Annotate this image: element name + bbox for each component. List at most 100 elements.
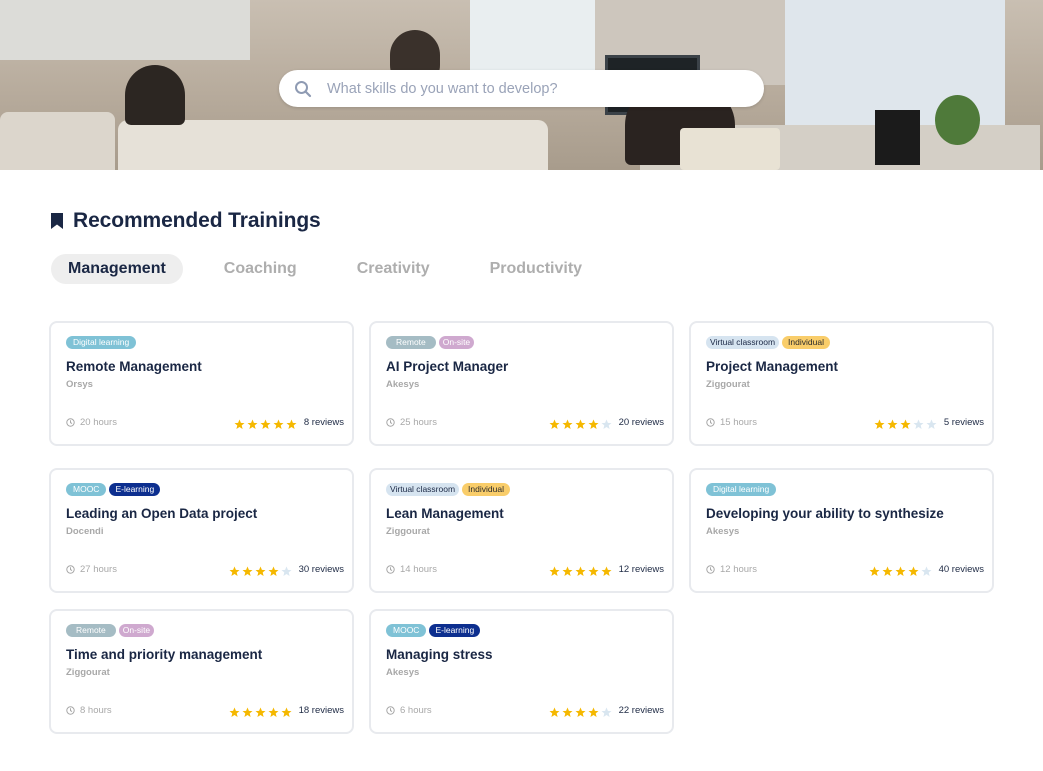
review-count[interactable]: 8 reviews (304, 417, 344, 428)
review-count[interactable]: 22 reviews (619, 705, 664, 716)
rating: 40 reviews (869, 564, 984, 576)
star-filled-icon (286, 417, 297, 429)
star-empty-icon (921, 564, 932, 576)
badge-virtual: Virtual classroom (706, 336, 780, 349)
duration: 12 hours (706, 564, 757, 575)
tab-creativity[interactable]: Creativity (340, 254, 447, 284)
training-card[interactable]: MOOC E-learning Managing stress Akesys 6 hou… (369, 609, 674, 734)
review-count[interactable]: 12 reviews (619, 564, 664, 575)
card-footer: 25 hours 20 reviews (386, 416, 664, 429)
search-input[interactable] (327, 80, 764, 97)
training-provider: Docendi (66, 526, 104, 537)
bookmark-icon (51, 213, 63, 229)
section-header: Recommended Trainings (51, 209, 321, 233)
training-title[interactable]: Managing stress (386, 647, 493, 662)
duration: 14 hours (386, 564, 437, 575)
clock-icon (706, 417, 715, 427)
star-filled-icon (575, 705, 586, 717)
badge-digital: Digital learning (706, 483, 777, 496)
duration: 27 hours (66, 564, 117, 575)
search-bar[interactable] (279, 70, 764, 107)
star-filled-icon (562, 564, 573, 576)
star-rating (234, 417, 297, 429)
tab-management[interactable]: Management (51, 254, 183, 284)
star-filled-icon (255, 564, 266, 576)
training-provider: Akesys (386, 667, 420, 678)
badge-group: MOOC E-learning (386, 624, 481, 637)
training-card[interactable]: Remote On-site AI Project Manager Akesys 25 … (369, 321, 674, 446)
badge-virtual: Virtual classroom (386, 483, 460, 496)
badge-group: Remote On-site (386, 336, 475, 349)
duration: 15 hours (706, 417, 757, 428)
training-card[interactable]: Digital learning Developing your ability … (689, 468, 994, 593)
star-empty-icon (601, 417, 612, 429)
review-count[interactable]: 20 reviews (619, 417, 664, 428)
rating: 22 reviews (549, 705, 664, 717)
training-title[interactable]: Developing your ability to synthesize (706, 506, 944, 521)
training-card[interactable]: Virtual classroom Individual Lean Manageme… (369, 468, 674, 593)
training-title[interactable]: Leading an Open Data project (66, 506, 257, 521)
review-count[interactable]: 30 reviews (299, 564, 344, 575)
section-title: Recommended Trainings (73, 209, 321, 232)
hero-person-1 (125, 65, 185, 125)
star-filled-icon (900, 417, 911, 429)
duration: 25 hours (386, 417, 437, 428)
star-rating (874, 417, 937, 429)
star-filled-icon (247, 417, 258, 429)
star-filled-icon (562, 417, 573, 429)
badge-elearning: E-learning (109, 483, 161, 496)
star-filled-icon (588, 705, 599, 717)
duration-text: 8 hours (80, 704, 112, 716)
card-footer: 8 hours 18 reviews (66, 704, 344, 717)
tab-coaching[interactable]: Coaching (207, 254, 314, 284)
star-filled-icon (229, 705, 240, 717)
star-filled-icon (234, 417, 245, 429)
hero-partition-left (0, 112, 115, 170)
badge-mooc: MOOC (386, 624, 427, 637)
star-filled-icon (260, 417, 271, 429)
review-count[interactable]: 40 reviews (939, 564, 984, 575)
badge-onsite: On-site (438, 336, 475, 349)
rating: 8 reviews (234, 417, 344, 429)
star-filled-icon (273, 417, 284, 429)
badge-group: Digital learning (706, 483, 777, 496)
duration-text: 27 hours (80, 563, 117, 575)
card-footer: 15 hours 5 reviews (706, 416, 984, 429)
review-count[interactable]: 18 reviews (299, 705, 344, 716)
badge-group: Virtual classroom Individual (386, 483, 510, 496)
star-empty-icon (281, 564, 292, 576)
star-rating (549, 417, 612, 429)
training-card[interactable]: MOOC E-learning Leading an Open Data proje… (49, 468, 354, 593)
badge-group: MOOC E-learning (66, 483, 161, 496)
category-tabs: Management Coaching Creativity Productiv… (51, 254, 609, 284)
star-filled-icon (588, 564, 599, 576)
badge-individual: Individual (462, 483, 510, 496)
duration-text: 25 hours (400, 416, 437, 428)
star-rating (549, 705, 612, 717)
card-footer: 6 hours 22 reviews (386, 704, 664, 717)
training-title[interactable]: Lean Management (386, 506, 504, 521)
training-provider: Orsys (66, 379, 93, 390)
rating: 20 reviews (549, 417, 664, 429)
training-provider: Ziggourat (706, 379, 750, 390)
star-filled-icon (549, 417, 560, 429)
training-title[interactable]: Remote Management (66, 359, 202, 374)
star-filled-icon (575, 417, 586, 429)
training-card[interactable]: Digital learning Remote Management Orsys 20… (49, 321, 354, 446)
tab-productivity[interactable]: Productivity (473, 254, 599, 284)
review-count[interactable]: 5 reviews (944, 417, 984, 428)
star-filled-icon (268, 705, 279, 717)
star-filled-icon (281, 705, 292, 717)
training-card[interactable]: Remote On-site Time and priority managemen… (49, 609, 354, 734)
training-title[interactable]: AI Project Manager (386, 359, 508, 374)
star-filled-icon (242, 705, 253, 717)
star-rating (229, 564, 292, 576)
training-card[interactable]: Virtual classroom Individual Project Manag… (689, 321, 994, 446)
clock-icon (386, 564, 395, 574)
clock-icon (386, 417, 395, 427)
hero-window-left (0, 0, 250, 60)
training-title[interactable]: Time and priority management (66, 647, 262, 662)
training-title[interactable]: Project Management (706, 359, 838, 374)
duration: 20 hours (66, 417, 117, 428)
hero-partition-mid (118, 120, 548, 170)
